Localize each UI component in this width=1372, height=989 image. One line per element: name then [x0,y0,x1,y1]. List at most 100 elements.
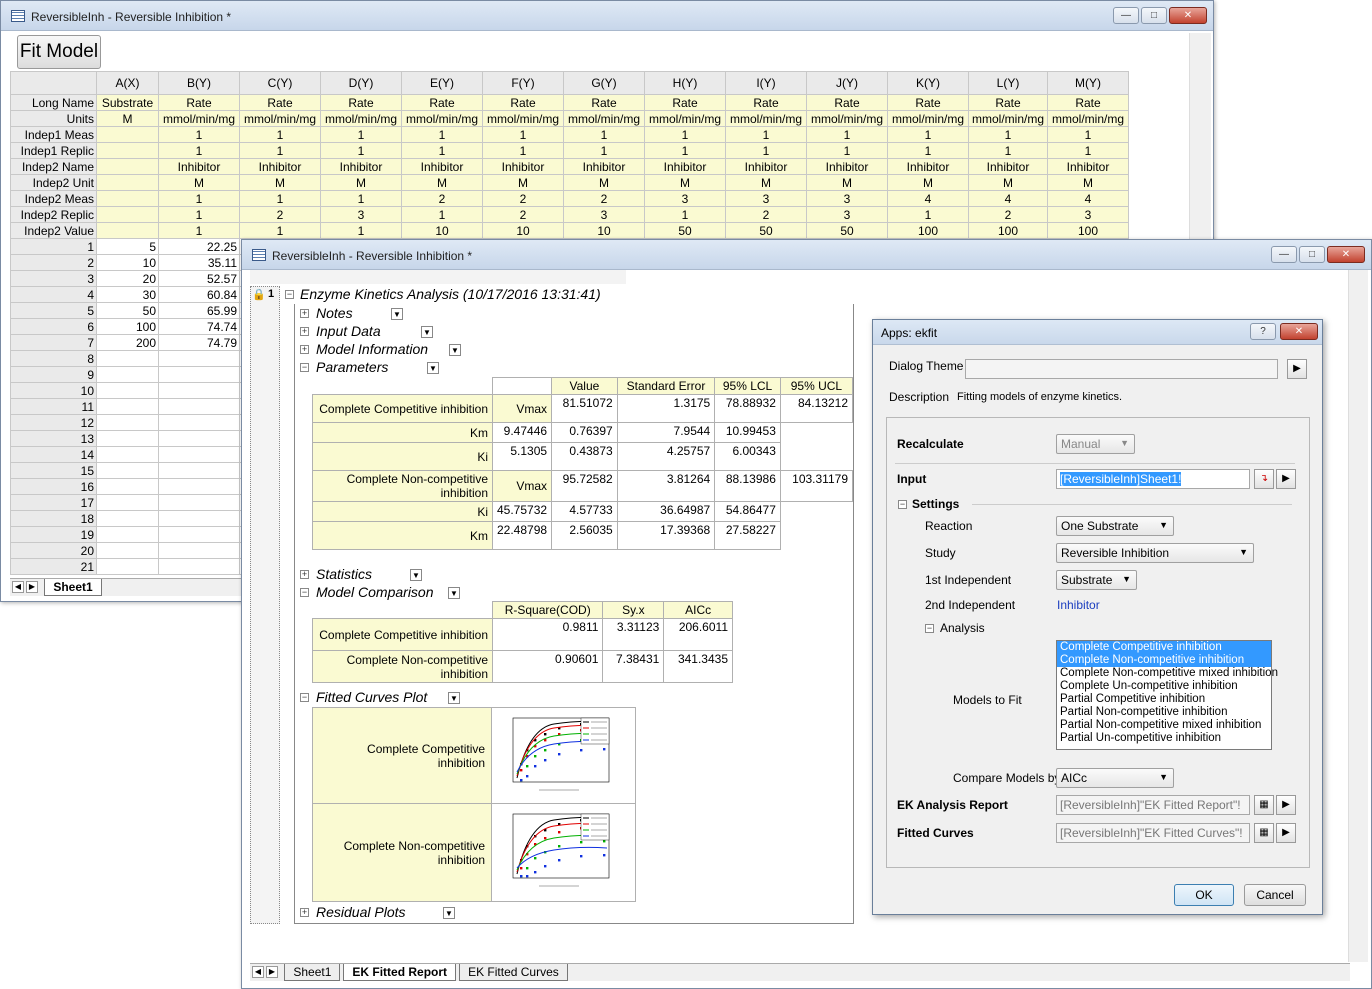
label-cell[interactable]: 1 [239,222,321,239]
fit-model-button[interactable]: Fit Model [17,35,101,69]
row-number[interactable]: 15 [10,462,97,479]
curves-arrow-icon[interactable]: ▶ [1276,823,1296,843]
label-cell[interactable]: Inhibitor [968,158,1048,175]
row-number[interactable]: 3 [10,270,97,287]
row-number[interactable]: 5 [10,302,97,319]
label-cell[interactable]: 2 [482,190,564,207]
column-header[interactable]: B(Y) [158,71,240,95]
ok-button[interactable]: OK [1174,884,1234,906]
row-header[interactable]: Indep1 Meas [10,126,97,143]
report-maximize-button[interactable]: □ [1299,246,1325,263]
compare-dropdown-icon[interactable]: ▼ [448,587,460,599]
label-cell[interactable]: 50 [644,222,726,239]
label-cell[interactable]: 1 [158,222,240,239]
label-cell[interactable] [96,126,159,143]
label-cell[interactable]: mmol/min/mg [968,110,1048,127]
data-cell[interactable]: 74.74 [158,318,240,335]
minimize-button[interactable]: — [1113,7,1139,24]
label-cell[interactable]: M [968,174,1048,191]
row-number[interactable]: 20 [10,542,97,559]
label-cell[interactable]: Rate [887,94,969,111]
help-button[interactable]: ? [1250,323,1276,340]
label-cell[interactable]: 3 [644,190,726,207]
label-cell[interactable]: 1 [158,126,240,143]
collapse-analysis-icon[interactable]: − [925,624,934,633]
tab-sheet1-report[interactable]: Sheet1 [284,964,341,981]
label-cell[interactable]: 1 [644,126,726,143]
row-number[interactable]: 7 [10,334,97,351]
report-output-field[interactable]: [ReversibleInh]"EK Fitted Report"! [1056,795,1250,815]
report-arrow-icon[interactable]: ▶ [1276,795,1296,815]
label-cell[interactable]: 1 [401,142,483,159]
label-cell[interactable]: 1 [482,126,564,143]
label-cell[interactable]: mmol/min/mg [239,110,321,127]
row-number[interactable]: 2 [10,254,97,271]
label-cell[interactable]: Inhibitor [806,158,888,175]
label-cell[interactable]: 1 [887,142,969,159]
expand-stats-icon[interactable]: + [300,570,309,579]
row-number[interactable]: 21 [10,558,97,575]
label-cell[interactable]: 3 [806,206,888,223]
label-cell[interactable]: M [158,174,240,191]
collapse-fitted-icon[interactable]: − [300,693,309,702]
label-cell[interactable]: M [887,174,969,191]
data-cell[interactable]: 65.99 [158,302,240,319]
label-cell[interactable]: mmol/min/mg [806,110,888,127]
compare-select[interactable]: AICc ▼ [1056,768,1174,788]
row-number[interactable]: 4 [10,286,97,303]
data-cell[interactable]: 100 [96,318,159,335]
curves-sheet-icon[interactable]: ▦ [1254,823,1274,843]
label-cell[interactable]: mmol/min/mg [482,110,564,127]
label-cell[interactable]: Rate [482,94,564,111]
label-cell[interactable]: 10 [482,222,564,239]
model-option[interactable]: Partial Un-competitive inhibition [1057,732,1271,745]
label-cell[interactable]: 1 [158,206,240,223]
row-header[interactable]: Long Name [10,94,97,111]
label-cell[interactable]: 1 [401,126,483,143]
corner-cell[interactable] [10,71,97,95]
cancel-button[interactable]: Cancel [1244,884,1306,906]
data-cell[interactable] [158,366,240,383]
dialog-close-button[interactable]: ✕ [1280,323,1318,340]
label-cell[interactable]: 1 [320,126,402,143]
data-cell[interactable]: 10 [96,254,159,271]
node-residual-plots[interactable]: Residual Plots [316,904,406,920]
label-cell[interactable]: M [806,174,888,191]
label-cell[interactable] [96,158,159,175]
report-minimize-button[interactable]: — [1271,246,1297,263]
label-cell[interactable]: 1 [644,206,726,223]
data-cell[interactable] [96,446,159,463]
row-number[interactable]: 10 [10,382,97,399]
model-option[interactable]: Complete Competitive inhibition [1057,641,1271,654]
worksheet-titlebar[interactable]: ReversibleInh - Reversible Inhibition * … [1,1,1213,31]
label-cell[interactable]: Inhibitor [725,158,807,175]
label-cell[interactable]: 100 [968,222,1048,239]
label-cell[interactable]: 1 [239,126,321,143]
data-cell[interactable]: 35.11 [158,254,240,271]
label-cell[interactable]: 10 [401,222,483,239]
dialog-titlebar[interactable]: Apps: ekfit ? ✕ [873,320,1322,345]
column-header[interactable]: I(Y) [725,71,807,95]
data-cell[interactable] [96,382,159,399]
data-cell[interactable] [158,542,240,559]
collapse-params-icon[interactable]: − [300,363,309,372]
report-sheet-icon[interactable]: ▦ [1254,795,1274,815]
collapse-root-icon[interactable]: − [285,290,294,299]
label-cell[interactable]: Inhibitor [401,158,483,175]
data-cell[interactable] [158,462,240,479]
study-select[interactable]: Reversible Inhibition ▼ [1056,543,1254,563]
indep1-select[interactable]: Substrate ▼ [1056,570,1137,590]
label-cell[interactable]: 1 [968,126,1048,143]
label-cell[interactable]: 1 [725,142,807,159]
row-header[interactable]: Indep2 Meas [10,190,97,207]
label-cell[interactable] [96,142,159,159]
column-header[interactable]: L(Y) [968,71,1048,95]
model-option[interactable]: Partial Non-competitive mixed inhibition [1057,719,1271,732]
label-cell[interactable]: 1 [239,190,321,207]
label-cell[interactable]: 3 [320,206,402,223]
label-cell[interactable]: Rate [320,94,402,111]
row-number[interactable]: 17 [10,494,97,511]
row-number[interactable]: 11 [10,398,97,415]
data-cell[interactable] [96,558,159,575]
label-cell[interactable]: Rate [401,94,483,111]
